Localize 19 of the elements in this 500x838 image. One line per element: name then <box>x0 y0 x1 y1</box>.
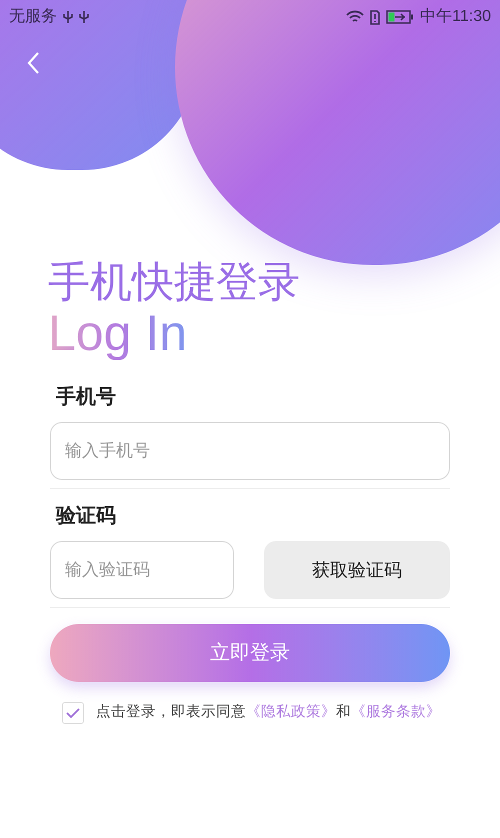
wifi-icon <box>346 10 364 24</box>
sim-icon <box>370 10 380 24</box>
get-code-button[interactable]: 获取验证码 <box>264 541 450 599</box>
code-input[interactable]: 输入验证码 <box>50 541 234 599</box>
clock-text: 中午11:30 <box>420 6 491 27</box>
terms-link[interactable]: 《服务条款》 <box>351 704 441 720</box>
agree-checkbox[interactable] <box>62 702 84 724</box>
field-label: 验证码 <box>56 504 116 529</box>
usb-icon <box>79 10 89 24</box>
privacy-link[interactable]: 《隐私政策》 <box>246 704 336 720</box>
page-title: 手机快捷登录 <box>48 258 300 306</box>
usb-icon <box>63 10 73 24</box>
field-label: 手机号 <box>56 385 116 410</box>
login-button[interactable]: 立即登录 <box>50 624 450 682</box>
phone-input[interactable]: 输入手机号 <box>50 422 450 480</box>
carrier-text: 无服务 <box>9 7 57 27</box>
agreement-text: 点击登录，即表示同意《隐私政策》和《服务条款》 <box>96 703 441 722</box>
battery-icon <box>386 10 414 24</box>
check-icon <box>66 708 80 718</box>
